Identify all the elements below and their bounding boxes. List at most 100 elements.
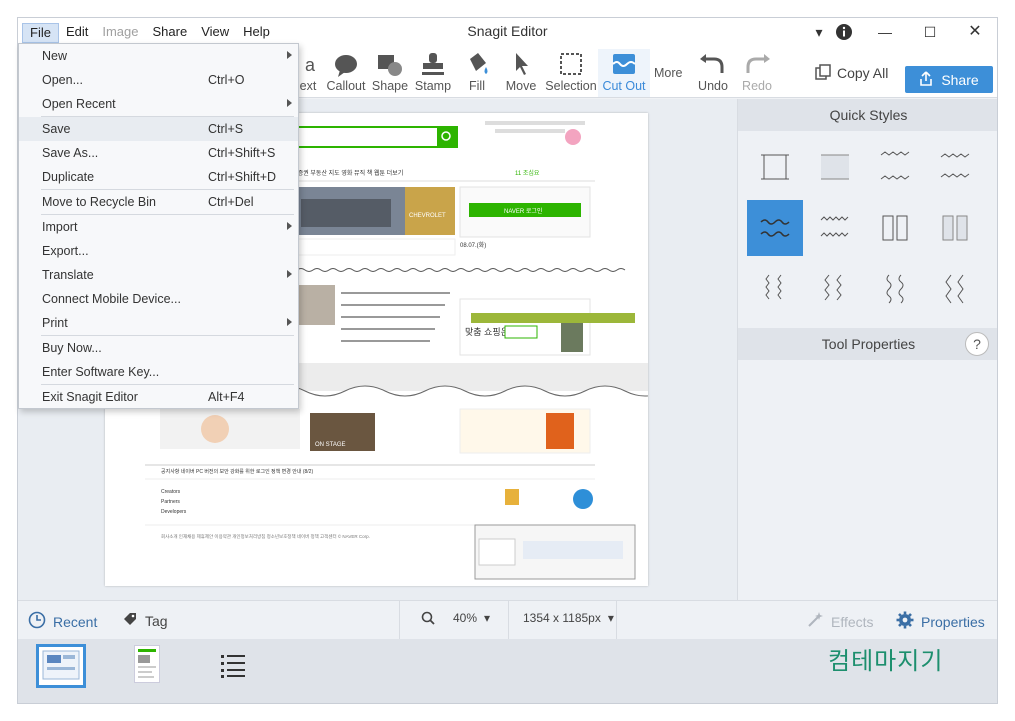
title-bar: Snagit Editor File Edit Image Share View…: [18, 18, 997, 46]
minimize-icon[interactable]: —: [870, 21, 900, 43]
file-menu-translate[interactable]: Translate: [19, 263, 298, 287]
share-icon: [919, 70, 933, 89]
move-icon: [495, 51, 547, 79]
svg-text:08.07.(화): 08.07.(화): [460, 242, 486, 249]
menu-help[interactable]: Help: [236, 23, 277, 43]
list-view-icon[interactable]: [219, 653, 247, 679]
quick-style-3[interactable]: [867, 139, 923, 195]
menu-edit[interactable]: Edit: [59, 23, 95, 43]
svg-text:Creators: Creators: [161, 489, 181, 495]
selection-icon: [545, 51, 597, 79]
tray-thumbnail[interactable]: [134, 645, 160, 683]
submenu-arrow-icon: [287, 222, 292, 230]
clock-icon: [28, 611, 46, 632]
file-menu-buy-now[interactable]: Buy Now...: [19, 336, 298, 360]
svg-text:Developers: Developers: [161, 509, 187, 515]
tag-button[interactable]: Tag: [122, 611, 168, 630]
recent-button[interactable]: Recent: [28, 611, 97, 632]
file-menu-recycle[interactable]: Move to Recycle Bin Ctrl+Del: [19, 190, 298, 214]
file-menu-export[interactable]: Export...: [19, 239, 298, 263]
menu-share[interactable]: Share: [146, 23, 195, 43]
dimensions-dropdown[interactable]: 1354 x 1185px ▾: [523, 611, 614, 625]
tool-properties-header: Tool Properties ?: [738, 328, 997, 360]
copy-all-label: Copy All: [837, 65, 889, 81]
tool-redo[interactable]: Redo: [731, 49, 783, 97]
menu-image[interactable]: Image: [95, 23, 145, 43]
properties-button[interactable]: Properties: [896, 611, 985, 632]
file-menu-duplicate[interactable]: Duplicate Ctrl+Shift+D: [19, 165, 298, 189]
file-menu-open-recent[interactable]: Open Recent: [19, 92, 298, 116]
zoom-value: 40%: [453, 611, 478, 625]
zoom-search-icon[interactable]: [421, 611, 435, 625]
svg-text:회사소개 인재채용 제휴제안 이용약관 개인정보처리: 회사소개 인재채용 제휴제안 이용약관 개인정보처리방침 청소년보호정책 네이버…: [161, 533, 370, 540]
svg-text:ON STAGE: ON STAGE: [315, 442, 346, 448]
svg-text:Partners: Partners: [161, 499, 180, 505]
quick-style-4[interactable]: [927, 139, 983, 195]
tool-move[interactable]: Move: [495, 49, 547, 97]
submenu-arrow-icon: [287, 318, 292, 326]
info-icon[interactable]: [829, 21, 859, 43]
submenu-arrow-icon: [287, 270, 292, 278]
file-menu: New Open... Ctrl+O Open Recent Save Ctrl+S…: [18, 43, 299, 409]
tool-cut-out-label: Cut Out: [602, 79, 646, 93]
bottom-divider: [399, 601, 400, 640]
quick-style-8[interactable]: [927, 200, 983, 256]
copy-icon: [815, 63, 831, 83]
quick-styles-header: Quick Styles: [738, 99, 997, 131]
gear-icon: [896, 611, 914, 632]
bottom-divider: [508, 601, 509, 640]
menu-file[interactable]: File: [22, 23, 59, 43]
file-menu-save-as[interactable]: Save As... Ctrl+Shift+S: [19, 141, 298, 165]
tray-thumbnail-selected[interactable]: [36, 644, 86, 688]
share-button[interactable]: Share: [905, 66, 993, 93]
submenu-arrow-icon: [287, 99, 292, 107]
copy-all-button[interactable]: Copy All: [815, 60, 888, 86]
svg-text:공지사항 네이버 PC 버전의 보안 강화를 위한 로그인: 공지사항 네이버 PC 버전의 보안 강화를 위한 로그인 정책 변경 안내 (…: [161, 468, 313, 475]
file-menu-import[interactable]: Import: [19, 215, 298, 239]
close-icon[interactable]: ✕: [960, 21, 990, 43]
bottom-divider: [616, 601, 617, 640]
tag-icon: [122, 611, 138, 630]
file-menu-new[interactable]: New: [19, 44, 298, 68]
maximize-icon[interactable]: ☐: [915, 21, 945, 43]
quick-style-12[interactable]: [927, 261, 983, 317]
effects-button[interactable]: Effects: [806, 611, 874, 632]
svg-text:11 조심요: 11 조심요: [515, 169, 540, 177]
right-panel: Quick Styles Tool Properties ?: [737, 99, 997, 600]
file-menu-exit[interactable]: Exit Snagit Editor Alt+F4: [19, 385, 298, 409]
quick-style-11[interactable]: [867, 261, 923, 317]
quick-style-10[interactable]: [807, 261, 863, 317]
quick-style-6[interactable]: [807, 200, 863, 256]
effects-label: Effects: [831, 613, 874, 630]
tag-label: Tag: [145, 612, 168, 629]
quick-style-7[interactable]: [867, 200, 923, 256]
tool-redo-label: Redo: [742, 79, 772, 93]
quick-style-2[interactable]: [807, 139, 863, 195]
recent-label: Recent: [53, 613, 98, 630]
menu-view[interactable]: View: [194, 23, 236, 43]
zoom-dropdown[interactable]: 40% ▾: [453, 611, 490, 625]
quick-style-9[interactable]: [747, 261, 803, 317]
file-menu-open[interactable]: Open... Ctrl+O: [19, 68, 298, 92]
tool-selection-label: Selection: [545, 79, 597, 93]
more-button[interactable]: More: [654, 66, 682, 80]
cut-out-icon: [598, 51, 650, 79]
magic-wand-icon: [806, 611, 824, 632]
svg-text:맞춤 쇼핑은: 맞춤 쇼핑은: [465, 326, 509, 337]
redo-icon: [731, 51, 783, 79]
quick-style-5[interactable]: [747, 200, 803, 256]
file-menu-connect-mobile[interactable]: Connect Mobile Device...: [19, 287, 298, 311]
tool-selection[interactable]: Selection: [545, 49, 597, 97]
share-label: Share: [941, 71, 979, 88]
file-menu-software-key[interactable]: Enter Software Key...: [19, 360, 298, 384]
dimensions-value: 1354 x 1185px: [523, 611, 601, 625]
menu-bar: File Edit Image Share View Help: [22, 23, 277, 43]
svg-text:뉴스 증권 부동산 지도 영화 뮤직 책 웹툰 더보기: 뉴스 증권 부동산 지도 영화 뮤직 책 웹툰 더보기: [285, 169, 403, 177]
quick-style-1[interactable]: [747, 139, 803, 195]
tool-cut-out[interactable]: Cut Out: [598, 49, 650, 97]
file-menu-print[interactable]: Print: [19, 311, 298, 335]
tool-properties-title: Tool Properties: [821, 336, 916, 352]
bottom-bar: Recent Tag 40% ▾ 1354 x 1185px ▾ Effects P…: [18, 600, 997, 640]
help-icon[interactable]: ?: [965, 332, 989, 356]
file-menu-save[interactable]: Save Ctrl+S: [19, 117, 298, 141]
